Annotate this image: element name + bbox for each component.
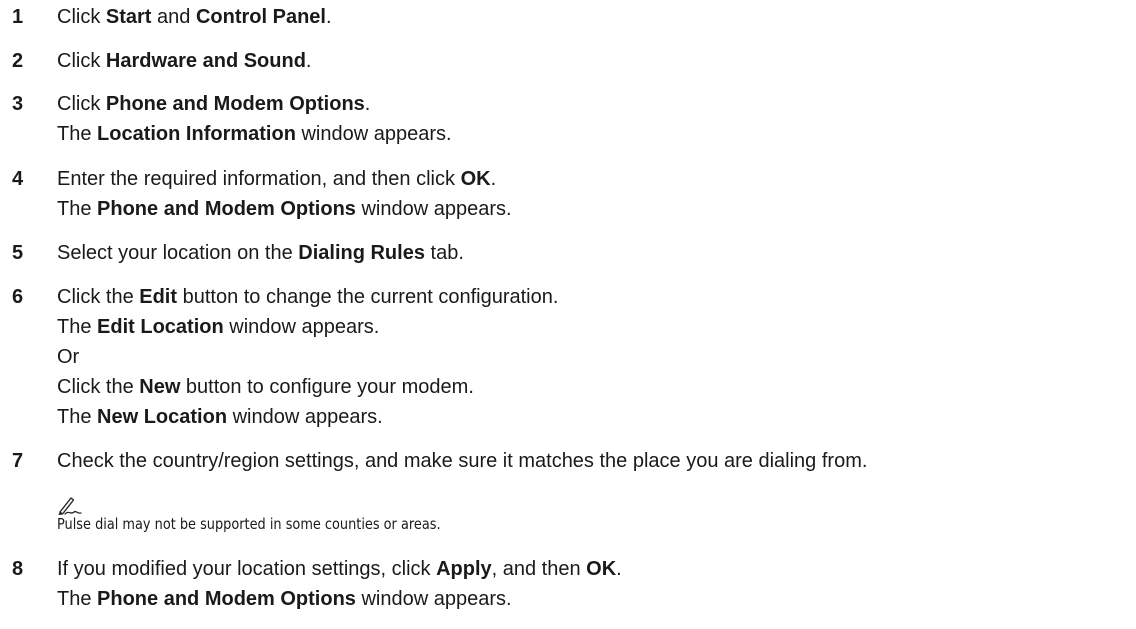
step-line: Click the Edit button to change the curr… [57,286,559,308]
step-body: Check the country/region settings, and m… [57,446,1132,476]
step-number: 7 [12,450,24,472]
ui-term: Hardware and Sound [105,50,306,72]
step-line: Check the country/region settings, and m… [57,450,868,472]
step-line: The New Location window appears. [57,406,383,428]
step-number: 5 [12,242,24,264]
step-number: 1 [12,6,24,28]
ui-term: OK [460,168,491,190]
step-number: 8 [12,558,24,580]
ui-term: Phone and Modem Options [97,198,356,220]
ui-term: Location Information [97,123,296,145]
ui-term: Phone and Modem Options [105,93,365,115]
ui-term: Phone and Modem Options [97,588,356,610]
ui-term: Apply [436,558,492,580]
step-number: 4 [12,168,24,190]
ui-term: Start [105,6,152,28]
step-line: The Location Information window appears. [57,123,452,145]
step-number: 3 [12,93,24,115]
step-line: If you modified your location settings, … [57,558,622,580]
ui-term: New [139,376,181,398]
ui-term: New Location [97,406,228,428]
step-body: Click Start and Control Panel. [57,2,1132,32]
step-body: Click the Edit button to change the curr… [57,282,1132,432]
note-text: Pulse dial may not be supported in some … [57,515,441,533]
step-number: 6 [12,286,24,308]
step-body: Enter the required information, and then… [57,164,1132,224]
ui-term: Control Panel [195,6,326,28]
step-line: The Phone and Modem Options window appea… [57,198,512,220]
ui-term: Edit Location [97,316,224,338]
ui-term: Edit [139,286,178,308]
step-body: Select your location on the Dialing Rule… [57,238,1132,268]
ui-term: OK [586,558,617,580]
step-line: Or [57,346,80,368]
step-body: Click Phone and Modem Options. The Locat… [57,89,1132,149]
step-line: Enter the required information, and then… [57,168,497,190]
ui-term: Dialing Rules [298,242,425,264]
step-line: Click the New button to configure your m… [57,376,474,398]
step-line: Click Start and Control Panel. [57,6,332,28]
step-line: The Edit Location window appears. [57,316,380,338]
step-line: Click Phone and Modem Options. [57,93,371,115]
step-number: 2 [12,50,24,72]
step-body: Click Hardware and Sound. [57,46,1132,76]
step-line: Click Hardware and Sound. [57,50,312,72]
step-line: The Phone and Modem Options window appea… [57,588,512,610]
step-line: Select your location on the Dialing Rule… [57,242,464,264]
note-pencil-icon [58,497,82,515]
step-body: If you modified your location settings, … [57,554,1132,614]
